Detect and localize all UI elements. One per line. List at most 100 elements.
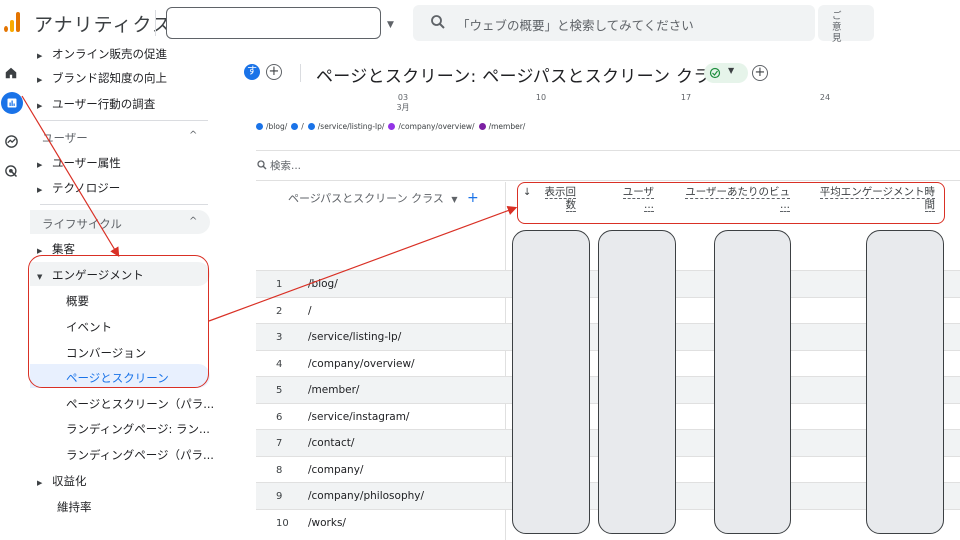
row-path: /blog/	[308, 278, 338, 290]
header-line: ...	[779, 199, 790, 212]
redacted-column	[598, 230, 676, 534]
explore-icon[interactable]	[2, 132, 20, 150]
row-path: /	[308, 304, 312, 317]
nav-rail	[0, 46, 24, 540]
chevron-down-icon: ▼	[728, 66, 735, 75]
sidebar-item-monetization[interactable]: ▶ 収益化	[24, 473, 208, 489]
row-path: /company/overview/	[308, 357, 415, 370]
legend-label: /company/overview/	[398, 122, 475, 131]
sidebar-item-technology[interactable]: ▶ テクノロジー	[24, 180, 208, 196]
legend-item[interactable]: /service/listing-lp/	[307, 122, 384, 131]
dimension-column-header[interactable]: ページパスとスクリーン クラス ▼ +	[288, 190, 479, 206]
column-header-avg-engagement-time[interactable]: 平均エンゲージメント時 間	[814, 186, 935, 212]
section-lifecycle[interactable]: ライフサイクル	[42, 216, 122, 232]
sort-desc-icon[interactable]: ↓	[523, 187, 531, 198]
legend-item[interactable]: /blog/	[256, 122, 287, 131]
search-icon	[257, 160, 267, 170]
date-day: 03	[397, 93, 409, 102]
divider	[256, 180, 960, 181]
row-number: 4	[276, 358, 283, 370]
sidebar-item-user-behavior[interactable]: ▶ ユーザー行動の調査	[24, 96, 208, 112]
chevron-up-icon[interactable]: ^	[189, 130, 197, 141]
add-comparison-icon[interactable]: +	[266, 64, 282, 80]
table-search-input[interactable]: 検索...	[270, 158, 301, 173]
header-line: ユーザーあたりのビュ	[685, 186, 790, 199]
sidebar-item-landing-page[interactable]: ランディングページ: ラン...	[66, 421, 210, 437]
filter-chip[interactable]: ▼	[704, 63, 748, 83]
column-header-users[interactable]: ユーザ ...	[614, 186, 654, 212]
sidebar-item-retention[interactable]: 維持率	[57, 499, 92, 515]
advertising-icon[interactable]	[2, 162, 20, 180]
date-tick-3: 24	[819, 93, 831, 102]
reports-icon[interactable]	[1, 92, 23, 114]
sidebar-item-brand-awareness[interactable]: ▶ ブランド認知度の向上	[24, 70, 208, 86]
column-header-views-per-user[interactable]: ユーザーあたりのビュ ...	[678, 186, 790, 212]
header-line: 表示回	[544, 186, 576, 199]
add-dimension-icon[interactable]: +	[467, 190, 479, 206]
app-title: アナリティクス	[34, 14, 172, 36]
analytics-logo-icon[interactable]	[4, 12, 22, 32]
sidebar-item-label: ユーザー属性	[52, 156, 121, 170]
comparison-badge[interactable]: す	[244, 64, 260, 80]
date-tick-0: 03 3月	[393, 93, 413, 113]
sidebar-item-demographics[interactable]: ▶ ユーザー属性	[24, 155, 208, 171]
row-number: 3	[276, 332, 283, 343]
sidebar-item-online-sales[interactable]: ▶ オンライン販売の促進	[24, 46, 208, 62]
sidebar-item-label: オンライン販売の促進	[52, 47, 167, 61]
header-line: 間	[924, 199, 935, 212]
row-number: 8	[276, 464, 283, 476]
search-placeholder: 「ウェブの概要」と検索してみてください	[457, 18, 694, 33]
redacted-column	[512, 230, 590, 534]
row-number: 2	[276, 305, 283, 317]
top-bar: アナリティクス ▼ 「ウェブの概要」と検索してみてください ご意見	[0, 0, 960, 46]
legend-item[interactable]: /member/	[478, 122, 526, 131]
chevron-down-icon[interactable]: ▼	[387, 20, 394, 30]
date-tick-1: 10	[535, 93, 547, 102]
report-main: す + ページとスクリーン: ページパスとスクリーン クラス ▼ + 03 3月…	[232, 46, 960, 540]
redacted-column	[714, 230, 791, 534]
sidebar-item-label: ユーザー行動の調査	[52, 97, 156, 111]
metric-headers-callout: ↓ 表示回 数 ユーザ ... ユーザーあたりのビュ ... 平均エンゲージメン…	[517, 182, 945, 224]
chevron-right-icon: ▶	[37, 479, 43, 487]
row-number: 9	[276, 491, 283, 502]
legend-label: /	[301, 122, 304, 131]
chevron-right-icon: ▶	[37, 52, 43, 60]
account-selector[interactable]	[166, 7, 381, 39]
chevron-right-icon: ▶	[37, 76, 43, 84]
chevron-right-icon: ▶	[37, 247, 43, 255]
page-title: ページとスクリーン: ページパスとスクリーン クラス	[316, 67, 728, 87]
sidebar-item-label: 集客	[52, 242, 75, 256]
legend-label: /member/	[488, 122, 526, 131]
chevron-down-icon[interactable]: ▼	[451, 195, 457, 204]
legend-dot	[388, 123, 396, 130]
column-header-views[interactable]: 表示回 数	[538, 186, 576, 212]
header-line: ユーザ	[622, 186, 654, 199]
home-icon[interactable]	[2, 64, 20, 82]
header-line: 平均エンゲージメント時	[819, 186, 935, 199]
divider	[300, 64, 301, 82]
chart-legend: /blog/ / /service/listing-lp/ /company/o…	[256, 122, 525, 131]
sidebar-item-label: テクノロジー	[52, 181, 121, 195]
chevron-right-icon: ▶	[37, 186, 43, 194]
sidebar-item-pages-screens-param[interactable]: ページとスクリーン（パラ...	[66, 396, 214, 412]
row-number: 6	[276, 411, 283, 423]
row-path: /contact/	[308, 437, 355, 449]
row-number: 5	[276, 385, 283, 396]
legend-dot	[478, 123, 486, 130]
legend-item[interactable]: /	[291, 122, 304, 131]
row-path: /service/listing-lp/	[308, 331, 402, 343]
search-icon	[431, 15, 445, 29]
feedback-button[interactable]: ご意見	[818, 5, 874, 44]
header-line: ...	[643, 199, 654, 212]
check-circle-icon	[709, 67, 721, 79]
sidebar-item-landing-page-param[interactable]: ランディングページ（パラ...	[66, 447, 214, 463]
add-chip-icon[interactable]: +	[752, 65, 768, 81]
search-bar[interactable]: 「ウェブの概要」と検索してみてください	[413, 5, 815, 41]
legend-item[interactable]: /company/overview/	[388, 122, 475, 131]
legend-dot	[307, 123, 315, 130]
report-header: す + ページとスクリーン: ページパスとスクリーン クラス ▼ +	[244, 62, 804, 87]
section-user[interactable]: ユーザー	[42, 130, 88, 146]
divider	[40, 204, 208, 205]
chevron-up-icon[interactable]: ^	[189, 216, 197, 227]
row-number: 1	[276, 279, 283, 290]
